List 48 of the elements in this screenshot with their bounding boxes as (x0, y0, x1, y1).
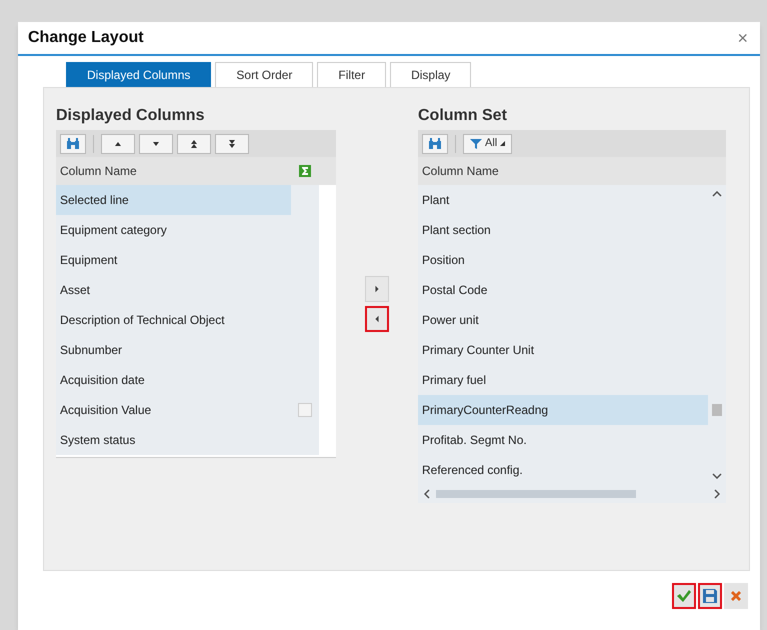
list-row[interactable]: Description of Technical Object (56, 305, 291, 335)
chevron-right-icon (714, 489, 720, 499)
close-button[interactable]: × (737, 29, 748, 47)
close-icon (730, 590, 742, 602)
sum-icon (299, 165, 311, 177)
binoculars-icon (66, 137, 80, 150)
search-button[interactable] (422, 134, 448, 154)
caret-left-icon (373, 314, 381, 324)
move-up-button[interactable] (101, 134, 135, 154)
list-row[interactable]: Subnumber (56, 335, 291, 365)
list-row[interactable]: Acquisition Value (56, 395, 291, 425)
tab[interactable]: Filter (317, 62, 386, 87)
double-caret-down-icon (227, 138, 237, 148)
list-row[interactable]: Asset (56, 275, 291, 305)
scrollbar-thumb[interactable] (712, 404, 722, 416)
scrollbar-thumb[interactable] (436, 490, 636, 498)
confirm-button[interactable] (672, 583, 696, 609)
cancel-button[interactable] (724, 583, 748, 609)
column-header: Column Name (421, 163, 500, 180)
move-bottom-button[interactable] (215, 134, 249, 154)
save-button[interactable] (698, 583, 722, 609)
move-top-button[interactable] (177, 134, 211, 154)
tab[interactable]: Displayed Columns (66, 62, 212, 87)
list-row[interactable]: Acquisition date (56, 365, 291, 395)
caret-right-icon (373, 284, 381, 294)
filter-button[interactable]: All (463, 134, 512, 154)
chevron-left-icon (424, 489, 430, 499)
list-row[interactable]: Equipment category (56, 215, 291, 245)
search-button[interactable] (60, 134, 86, 154)
checkbox[interactable] (298, 403, 312, 417)
list-row[interactable]: PrimaryCounterReadng (418, 395, 708, 425)
panel-title: Column Set (418, 106, 508, 126)
tab[interactable]: Display (390, 62, 472, 87)
list-row[interactable]: Equipment (56, 245, 291, 275)
dropdown-corner-icon (500, 141, 506, 146)
checkmark-icon (676, 589, 692, 603)
double-caret-up-icon (189, 138, 199, 148)
binoculars-icon (428, 137, 442, 150)
list-row[interactable]: Selected line (56, 185, 291, 215)
list-row[interactable]: System status (56, 425, 291, 455)
chevron-down-icon (712, 473, 722, 479)
filter-icon (470, 138, 482, 150)
tab[interactable]: Sort Order (215, 62, 314, 87)
panel-title: Displayed Columns (56, 106, 206, 126)
dialog-title: Change Layout (28, 28, 144, 48)
column-header: Column Name (59, 163, 138, 180)
chevron-up-icon (712, 191, 722, 197)
move-button[interactable] (365, 306, 389, 332)
